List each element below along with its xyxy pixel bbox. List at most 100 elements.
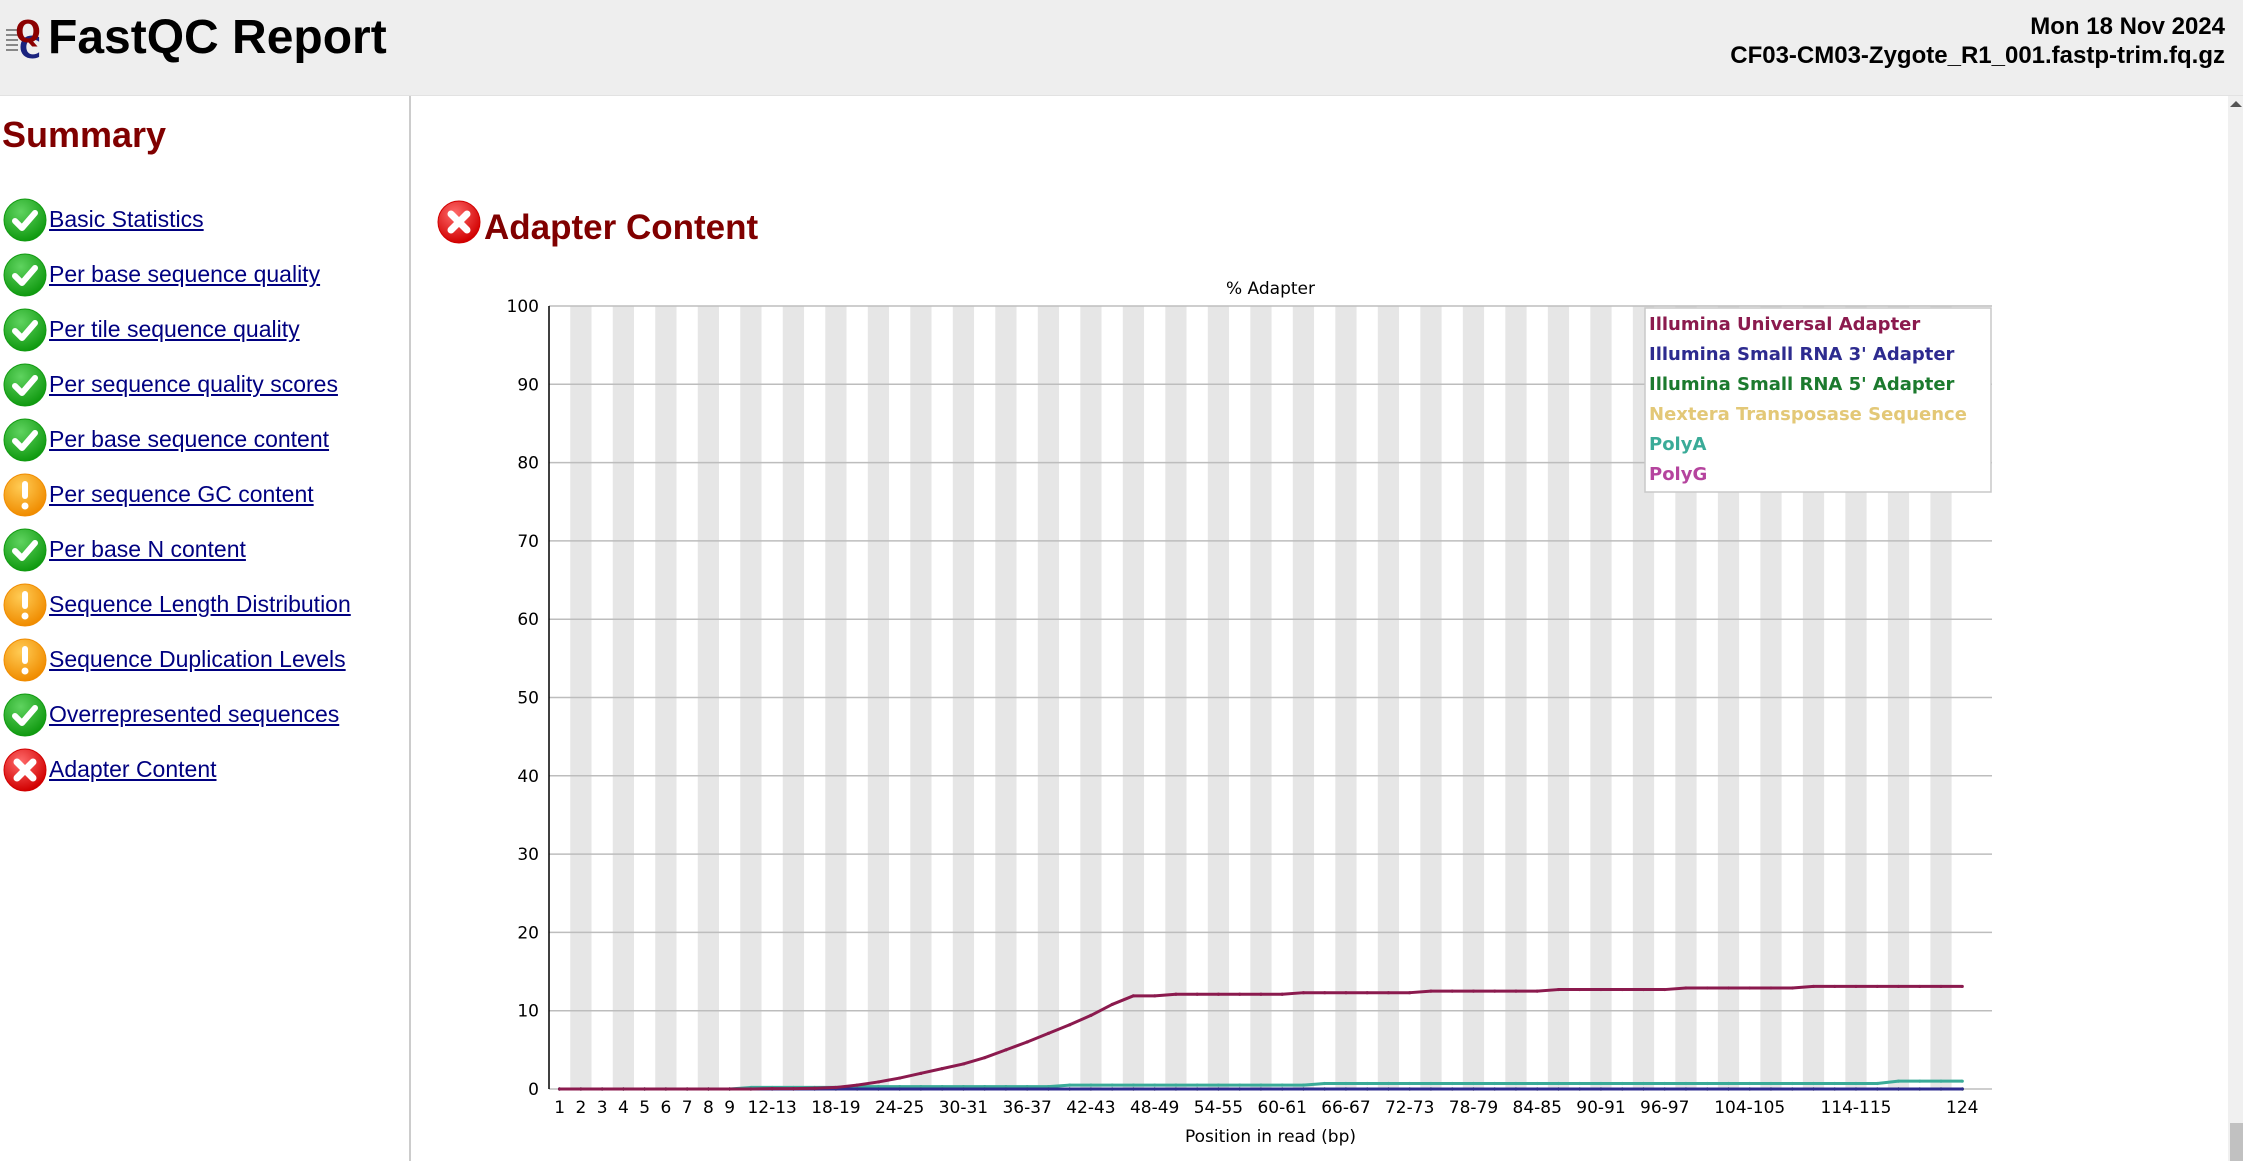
data-point bbox=[1089, 1083, 1093, 1087]
data-point bbox=[983, 1056, 987, 1060]
vertical-scrollbar[interactable] bbox=[2228, 96, 2243, 1161]
x-tick-label: 24-25 bbox=[875, 1098, 924, 1118]
x-tick-label: 36-37 bbox=[1002, 1098, 1051, 1118]
data-point bbox=[855, 1087, 859, 1091]
sidebar-link[interactable]: Per base N content bbox=[49, 536, 246, 563]
warn-icon bbox=[2, 582, 48, 628]
sidebar-link[interactable]: Overrepresented sequences bbox=[49, 701, 339, 728]
sidebar-item[interactable]: Per base sequence quality bbox=[2, 247, 351, 302]
sidebar-link[interactable]: Per sequence quality scores bbox=[49, 371, 338, 398]
data-point bbox=[1216, 1087, 1221, 1091]
data-point bbox=[898, 1076, 902, 1080]
data-point bbox=[1854, 1087, 1858, 1091]
data-point bbox=[1493, 1087, 1497, 1091]
data-point bbox=[1344, 1087, 1348, 1091]
y-tick-label: 10 bbox=[517, 1002, 539, 1022]
y-tick-label: 80 bbox=[517, 454, 539, 474]
data-point bbox=[855, 1083, 859, 1087]
report-title: FastQC Report bbox=[48, 11, 387, 64]
data-point bbox=[1238, 1087, 1242, 1091]
data-point bbox=[1323, 1081, 1327, 1086]
report-header: C Q FastQC Report Mon 18 Nov 2024 CF03-C… bbox=[0, 0, 2243, 96]
data-point bbox=[1301, 1087, 1306, 1091]
sidebar-item[interactable]: Overrepresented sequences bbox=[2, 687, 351, 742]
data-point bbox=[1471, 989, 1476, 993]
data-point bbox=[1068, 1023, 1072, 1027]
data-point bbox=[1365, 991, 1369, 995]
data-point bbox=[1046, 1087, 1051, 1091]
data-point bbox=[961, 1062, 966, 1066]
data-point bbox=[1811, 1087, 1816, 1091]
sidebar-link[interactable]: Per base sequence content bbox=[49, 426, 329, 453]
data-point bbox=[813, 1086, 817, 1090]
y-tick-label: 70 bbox=[517, 532, 539, 552]
data-point bbox=[1684, 1081, 1688, 1086]
sidebar-item[interactable]: Per sequence GC content bbox=[2, 467, 351, 522]
data-point bbox=[1408, 991, 1412, 995]
data-point bbox=[1620, 1081, 1624, 1086]
data-point bbox=[1578, 1087, 1582, 1091]
sidebar-link[interactable]: Sequence Length Distribution bbox=[49, 591, 351, 618]
data-point bbox=[1408, 1087, 1412, 1091]
data-point bbox=[1493, 1081, 1497, 1086]
data-point bbox=[1790, 1087, 1794, 1091]
y-tick-label: 50 bbox=[517, 689, 539, 709]
x-tick-label: 42-43 bbox=[1066, 1098, 1115, 1118]
data-point bbox=[643, 1087, 647, 1091]
data-point bbox=[1259, 992, 1263, 996]
sidebar-item[interactable]: Per tile sequence quality bbox=[2, 302, 351, 357]
sidebar-item[interactable]: Per base N content bbox=[2, 522, 351, 577]
x-tick-label: 8 bbox=[703, 1098, 714, 1118]
sidebar-link[interactable]: Per base sequence quality bbox=[49, 261, 320, 288]
scrollbar-thumb[interactable] bbox=[2230, 1123, 2243, 1161]
svg-text:Q: Q bbox=[15, 15, 41, 50]
data-point bbox=[1896, 1087, 1901, 1091]
data-point bbox=[1896, 984, 1901, 989]
data-point bbox=[1365, 1081, 1369, 1086]
data-point bbox=[1769, 1081, 1773, 1086]
data-point bbox=[1280, 1083, 1284, 1087]
data-point bbox=[1556, 1087, 1561, 1091]
x-tick-label: 114-115 bbox=[1820, 1098, 1891, 1118]
sidebar-link[interactable]: Per tile sequence quality bbox=[49, 316, 300, 343]
data-point bbox=[1960, 984, 1964, 989]
data-point bbox=[961, 1087, 966, 1091]
sidebar-item[interactable]: Sequence Length Distribution bbox=[2, 577, 351, 632]
data-point bbox=[1323, 991, 1327, 995]
sidebar-item[interactable]: Adapter Content bbox=[2, 742, 351, 797]
data-point bbox=[1025, 1040, 1029, 1044]
data-point bbox=[1514, 989, 1518, 993]
data-point bbox=[1344, 1081, 1348, 1086]
data-point bbox=[1939, 1079, 1943, 1083]
x-tick-label: 7 bbox=[682, 1098, 693, 1118]
data-point bbox=[1748, 986, 1752, 990]
x-tick-label: 3 bbox=[597, 1098, 608, 1118]
data-point bbox=[1471, 1087, 1476, 1091]
data-point bbox=[1556, 1081, 1561, 1086]
data-point bbox=[1514, 1087, 1518, 1091]
data-point bbox=[1195, 1083, 1199, 1087]
data-point bbox=[940, 1087, 944, 1091]
data-point bbox=[1386, 1081, 1391, 1086]
sidebar-link[interactable]: Basic Statistics bbox=[49, 206, 204, 233]
sidebar-item[interactable]: Per sequence quality scores bbox=[2, 357, 351, 412]
sidebar-item[interactable]: Basic Statistics bbox=[2, 192, 351, 247]
sidebar-link[interactable]: Sequence Duplication Levels bbox=[49, 646, 346, 673]
y-tick-label: 90 bbox=[517, 375, 539, 395]
data-point bbox=[919, 1071, 923, 1075]
sidebar-link[interactable]: Per sequence GC content bbox=[49, 481, 314, 508]
sidebar-link[interactable]: Adapter Content bbox=[49, 756, 217, 783]
data-point bbox=[1429, 1081, 1433, 1086]
data-point bbox=[1493, 989, 1497, 993]
data-point bbox=[1386, 991, 1391, 995]
data-point bbox=[1705, 986, 1709, 990]
sidebar-item[interactable]: Sequence Duplication Levels bbox=[2, 632, 351, 687]
main-content: Adapter Content 0 10 20 30 40 50 60 70 80 90 100 1 2… bbox=[411, 96, 2229, 1161]
data-point bbox=[1854, 1081, 1858, 1086]
data-point bbox=[1301, 991, 1306, 995]
data-point bbox=[1769, 986, 1773, 990]
scroll-up-arrow-icon[interactable] bbox=[2230, 101, 2242, 107]
data-point bbox=[1641, 1081, 1646, 1086]
sidebar-item[interactable]: Per base sequence content bbox=[2, 412, 351, 467]
data-point bbox=[1726, 1087, 1731, 1091]
